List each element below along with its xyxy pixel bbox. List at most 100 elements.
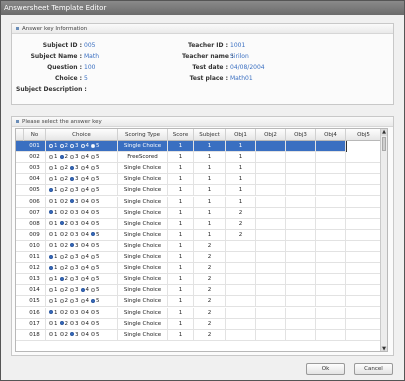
- choice-option[interactable]: 4: [80, 163, 89, 174]
- table-row[interactable]: 014 1 2 3 4 5 Single Choice 1 2: [16, 285, 387, 297]
- cell-score[interactable]: 1: [168, 163, 194, 175]
- cell-obj3[interactable]: [286, 318, 316, 330]
- cell-no[interactable]: 015: [24, 296, 46, 308]
- cell-obj1[interactable]: 1: [226, 152, 256, 164]
- cell-scoring-type[interactable]: Single Choice: [118, 240, 168, 252]
- cell-score[interactable]: 1: [168, 274, 194, 286]
- radio-icon[interactable]: [49, 287, 53, 292]
- cell-subject[interactable]: 1: [194, 141, 226, 152]
- choice-option[interactable]: 5: [91, 230, 100, 241]
- cell-obj1[interactable]: 2: [226, 207, 256, 219]
- choice-option[interactable]: 1: [49, 152, 58, 163]
- table-row[interactable]: 015 1 2 3 4 5 Single Choice 1 2: [16, 296, 387, 308]
- choice-option[interactable]: 3: [70, 252, 79, 263]
- cell-obj2[interactable]: [256, 229, 286, 241]
- radio-icon[interactable]: [70, 254, 74, 259]
- cell-obj3[interactable]: [286, 196, 316, 208]
- choice-option[interactable]: 3: [70, 152, 79, 163]
- cell-score[interactable]: 1: [168, 296, 194, 308]
- table-row[interactable]: 002 1 2 3 4 5 FreeScored 1 1 1: [16, 152, 387, 164]
- radio-icon[interactable]: [59, 254, 64, 259]
- choice-option[interactable]: 1: [49, 296, 58, 307]
- radio-icon[interactable]: [49, 165, 53, 170]
- cell-no[interactable]: 018: [24, 329, 46, 341]
- choice-option[interactable]: 3: [70, 274, 79, 285]
- choice-option[interactable]: 1: [49, 319, 58, 330]
- cell-score[interactable]: 1: [168, 207, 194, 219]
- cell-obj4[interactable]: [316, 252, 346, 263]
- cell-subject[interactable]: 1: [194, 218, 226, 230]
- cell-obj4[interactable]: [316, 240, 346, 252]
- choice-option[interactable]: 4: [80, 174, 89, 185]
- choice-option[interactable]: 1: [49, 141, 58, 152]
- cell-score[interactable]: 1: [168, 329, 194, 341]
- cell-obj1[interactable]: [226, 285, 256, 297]
- col-header-no[interactable]: No: [24, 129, 46, 141]
- cell-obj1[interactable]: 1: [226, 185, 256, 197]
- cell-obj1[interactable]: [226, 318, 256, 330]
- radio-icon[interactable]: [49, 187, 53, 192]
- cell-subject[interactable]: 1: [194, 152, 226, 164]
- choice-option[interactable]: 3: [70, 230, 79, 241]
- choice-option[interactable]: 4: [80, 197, 89, 208]
- cell-subject[interactable]: 2: [194, 329, 226, 341]
- choice-option[interactable]: 5: [91, 296, 100, 307]
- radio-icon[interactable]: [80, 276, 85, 281]
- cell-choice[interactable]: 12345: [46, 152, 118, 164]
- radio-icon[interactable]: [80, 243, 85, 248]
- cell-obj2[interactable]: [256, 296, 286, 308]
- choice-option[interactable]: 4: [80, 263, 89, 274]
- choice-option[interactable]: 5: [91, 219, 100, 230]
- choice-option[interactable]: 2: [59, 185, 68, 196]
- col-header-scoring-type[interactable]: Scoring Type: [118, 129, 168, 141]
- col-header-choice[interactable]: Choice: [46, 129, 118, 141]
- radio-icon[interactable]: [91, 254, 95, 259]
- cell-choice[interactable]: 12345: [46, 218, 118, 230]
- cell-obj4[interactable]: [316, 141, 346, 152]
- cell-obj2[interactable]: [256, 152, 286, 164]
- radio-icon[interactable]: [91, 321, 95, 326]
- cell-obj2[interactable]: [256, 141, 286, 152]
- cell-obj5[interactable]: [346, 207, 382, 219]
- cell-scoring-type[interactable]: Single Choice: [118, 196, 168, 208]
- radio-icon[interactable]: [49, 210, 53, 215]
- cell-score[interactable]: 1: [168, 196, 194, 208]
- cell-obj1[interactable]: [226, 296, 256, 308]
- radio-icon[interactable]: [80, 321, 85, 326]
- cell-obj1[interactable]: [226, 263, 256, 275]
- cell-obj4[interactable]: [316, 163, 346, 175]
- radio-icon[interactable]: [59, 298, 64, 303]
- cell-no[interactable]: 011: [24, 252, 46, 263]
- choice-option[interactable]: 5: [91, 241, 100, 252]
- cell-score[interactable]: 1: [168, 141, 194, 152]
- radio-icon[interactable]: [80, 199, 85, 203]
- cell-obj2[interactable]: [256, 218, 286, 230]
- cell-obj3[interactable]: [286, 296, 316, 308]
- cell-obj5[interactable]: [346, 252, 382, 263]
- radio-icon[interactable]: [91, 287, 95, 292]
- cell-obj5[interactable]: [346, 152, 382, 164]
- choice-option[interactable]: 1: [49, 263, 58, 274]
- choice-option[interactable]: 1: [49, 285, 58, 296]
- radio-icon[interactable]: [70, 165, 74, 170]
- choice-option[interactable]: 5: [91, 174, 100, 185]
- radio-icon[interactable]: [80, 176, 85, 181]
- cell-score[interactable]: 1: [168, 307, 194, 319]
- cell-subject[interactable]: 1: [194, 174, 226, 186]
- radio-icon[interactable]: [80, 332, 85, 337]
- choice-option[interactable]: 3: [70, 263, 79, 274]
- choice-option[interactable]: 4: [80, 152, 89, 163]
- cell-obj4[interactable]: [316, 296, 346, 308]
- cell-choice[interactable]: 12345: [46, 307, 118, 319]
- table-row[interactable]: 013 1 2 3 4 5 Single Choice 1 2: [16, 274, 387, 286]
- cell-choice[interactable]: 12345: [46, 329, 118, 341]
- cell-subject[interactable]: 1: [194, 163, 226, 175]
- cell-scoring-type[interactable]: Single Choice: [118, 174, 168, 186]
- choice-option[interactable]: 4: [80, 241, 89, 252]
- choice-option[interactable]: 4: [80, 308, 89, 319]
- cell-obj3[interactable]: [286, 163, 316, 175]
- cell-obj2[interactable]: [256, 207, 286, 219]
- radio-icon[interactable]: [80, 310, 85, 314]
- radio-icon[interactable]: [49, 243, 53, 248]
- cell-choice[interactable]: 12345: [46, 196, 118, 208]
